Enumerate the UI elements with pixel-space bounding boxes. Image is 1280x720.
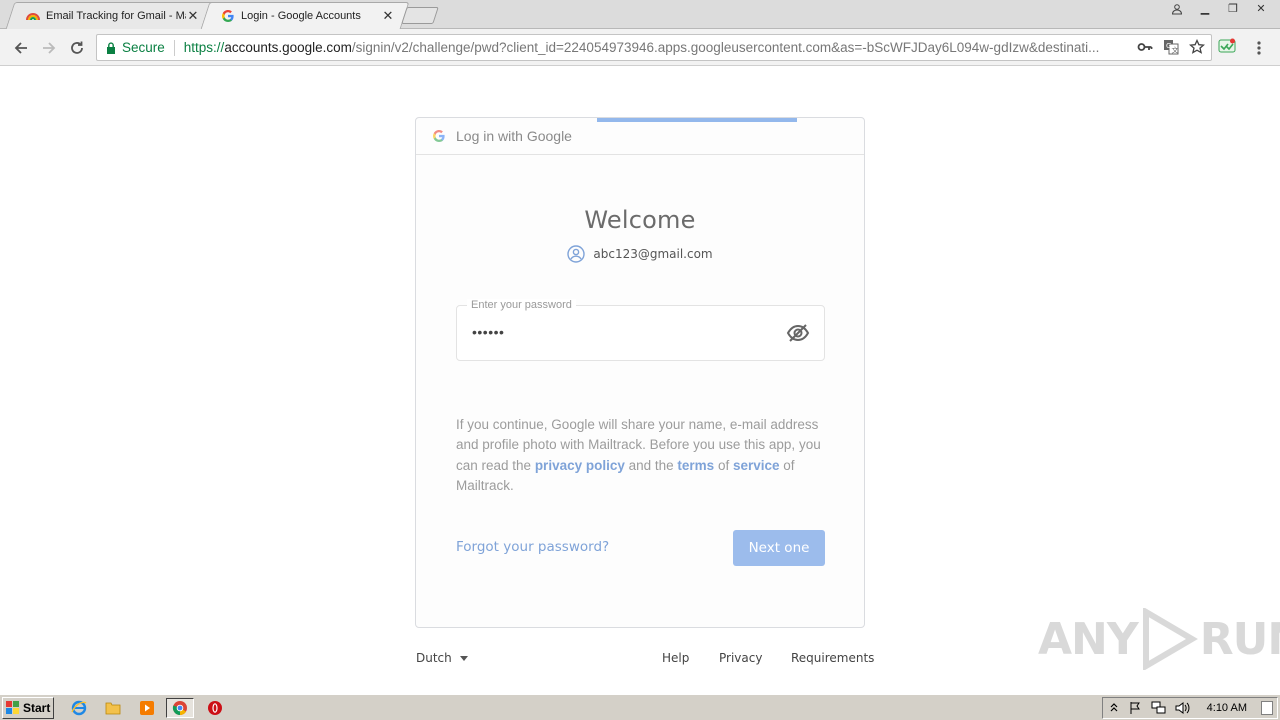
terms-link[interactable]: terms — [677, 458, 714, 473]
back-button[interactable] — [10, 37, 32, 59]
secure-label: Secure — [122, 40, 165, 55]
show-desktop-button[interactable] — [1261, 701, 1273, 715]
internet-explorer-icon[interactable] — [68, 698, 90, 718]
arrow-right-icon — [43, 42, 56, 54]
windows-taskbar: Start 4:10 AM — [0, 694, 1280, 720]
card-header: Log in with Google — [416, 118, 864, 155]
url-text[interactable]: https://accounts.google.com/signin/v2/ch… — [184, 40, 1139, 55]
reload-icon — [71, 41, 83, 54]
tab-title: Login - Google Accounts — [241, 9, 361, 22]
account-circle-icon — [567, 245, 586, 263]
mailtrack-favicon-icon — [26, 12, 40, 20]
media-player-icon[interactable] — [136, 698, 158, 718]
service-link[interactable]: service — [733, 458, 780, 473]
account-email: abc123@gmail.com — [593, 247, 713, 261]
language-label: Dutch — [416, 651, 452, 665]
key-icon[interactable] — [1137, 39, 1153, 55]
new-tab-button[interactable] — [401, 7, 439, 24]
tab-email-tracking[interactable]: Email Tracking for Gmail - Ma ✕ — [10, 2, 210, 29]
chrome-taskbar-icon[interactable] — [166, 698, 194, 718]
translate-icon[interactable]: G文 — [1163, 39, 1179, 55]
language-selector[interactable]: Dutch — [416, 651, 468, 665]
speaker-icon[interactable] — [1175, 701, 1191, 715]
next-button[interactable]: Next one — [733, 530, 825, 566]
close-icon[interactable]: ✕ — [186, 8, 200, 23]
omnibox-actions: G文 — [1137, 39, 1205, 55]
tab-title: Email Tracking for Gmail - Ma — [46, 9, 186, 22]
file-explorer-icon[interactable] — [102, 698, 124, 718]
close-icon[interactable]: ✕ — [381, 8, 395, 23]
caret-down-icon — [459, 655, 468, 661]
footer-link-privacy[interactable]: Privacy — [719, 651, 762, 665]
address-bar[interactable]: Secure https://accounts.google.com/signi… — [96, 34, 1212, 61]
more-vertical-icon — [1257, 41, 1261, 55]
windows-logo-icon — [6, 701, 19, 714]
google-favicon-icon — [222, 9, 234, 22]
network-icon[interactable] — [1151, 701, 1167, 715]
visibility-off-icon[interactable] — [786, 323, 810, 343]
account-chip[interactable]: abc123@gmail.com — [416, 245, 864, 263]
play-logo-icon — [1142, 608, 1198, 670]
taskbar-clock[interactable]: 4:10 AM — [1207, 702, 1247, 714]
anyrun-watermark: ANY RUN — [1038, 608, 1280, 670]
flag-icon[interactable] — [1129, 701, 1143, 715]
footer-link-requirements[interactable]: Requirements — [791, 651, 874, 665]
browser-toolbar: Secure https://accounts.google.com/signi… — [0, 29, 1280, 66]
mailtrack-extension-icon[interactable] — [1218, 37, 1236, 60]
forgot-password-link[interactable]: Forgot your password? — [456, 539, 609, 555]
lock-icon — [107, 41, 115, 54]
password-input[interactable]: •••••• — [472, 324, 504, 340]
restore-button[interactable]: ❐ — [1220, 0, 1246, 17]
tab-google-login[interactable]: Login - Google Accounts ✕ — [205, 2, 405, 29]
omnibox-divider — [173, 39, 175, 56]
privacy-policy-link[interactable]: privacy policy — [535, 458, 625, 473]
password-label: Enter your password — [467, 299, 576, 311]
start-button[interactable]: Start — [2, 697, 54, 719]
login-card: Log in with Google Welcome abc123@gmail.… — [415, 117, 865, 628]
browser-menu-button[interactable] — [1250, 37, 1268, 59]
google-logo-icon — [433, 130, 445, 142]
tab-strip: Email Tracking for Gmail - Ma ✕ Login - … — [0, 0, 1280, 29]
arrow-left-icon — [14, 42, 27, 54]
forward-button[interactable] — [38, 37, 60, 59]
password-field[interactable]: Enter your password •••••• — [456, 299, 825, 361]
chevron-up-icon[interactable] — [1109, 701, 1119, 715]
opera-icon[interactable] — [204, 698, 226, 718]
star-icon[interactable] — [1189, 39, 1205, 55]
user-profile-icon[interactable] — [1164, 0, 1190, 17]
system-tray: 4:10 AM — [1102, 697, 1278, 719]
window-close-button[interactable]: ✕ — [1248, 0, 1274, 17]
reload-button[interactable] — [66, 37, 88, 59]
welcome-heading: Welcome — [584, 206, 696, 234]
consent-disclosure: If you continue, Google will share your … — [456, 417, 821, 493]
svg-text:文: 文 — [1172, 46, 1179, 55]
window-controls: ▁ ❐ ✕ — [1164, 0, 1274, 18]
minimize-button[interactable]: ▁ — [1192, 0, 1218, 17]
secure-indicator[interactable]: Secure — [106, 40, 165, 55]
footer-link-help[interactable]: Help — [662, 651, 689, 665]
card-header-title: Log in with Google — [456, 128, 572, 144]
